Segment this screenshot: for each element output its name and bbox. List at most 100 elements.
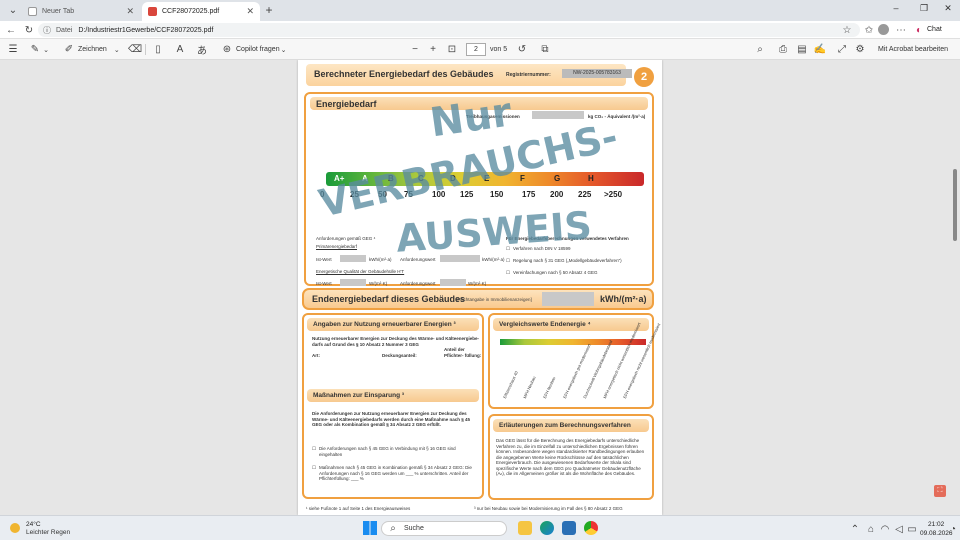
minimize-button[interactable]: – <box>884 3 908 13</box>
pdf-viewer[interactable]: Berechneter Energiebedarf des Gebäudes R… <box>0 60 960 515</box>
renewable-title-bar: Angaben zur Nutzung erneuerbarer Energie… <box>307 318 479 331</box>
eraser-icon[interactable]: ⌫ <box>128 43 142 57</box>
file-label: Datei <box>56 26 73 34</box>
primary-label: Primärenergiebedarf <box>316 244 358 249</box>
edit-in-acrobat-button[interactable]: Mit Acrobat bearbeiten <box>878 42 948 57</box>
taskbar-search[interactable]: ⌕ Suche <box>381 521 507 536</box>
close-button[interactable]: ✕ <box>936 3 960 14</box>
back-icon[interactable]: ← <box>4 23 18 37</box>
copilot-ask-button[interactable]: ⊛ Copilot fragen ⌄ <box>220 42 288 57</box>
envelope-label: Energetische Qualität der Gebäudehülle H… <box>316 269 405 274</box>
volume-icon[interactable]: ◁ <box>892 522 906 536</box>
explanation-title-bar: Erläuterungen zum Berechnungsverfahren <box>493 419 649 432</box>
ist-label-2: Ist-Wert <box>316 281 332 286</box>
anf-value-box-2 <box>440 279 466 286</box>
battery-icon[interactable]: ▭ <box>905 522 919 536</box>
savings-checkbox-1[interactable]: ☐ <box>312 446 316 452</box>
pflicht-label: Anteil der Pflichter- füllung: <box>444 347 482 358</box>
co2-value-box <box>532 111 584 119</box>
clock-time[interactable]: 21:02 <box>928 521 944 528</box>
tab-close-icon[interactable]: ✕ <box>126 6 134 17</box>
wifi-icon[interactable]: ◠ <box>878 522 892 536</box>
file-explorer-icon[interactable] <box>518 521 532 535</box>
reg-label: Registriernummer: <box>506 72 551 78</box>
comparison-title: Vergleichswerte Endenergie ⁴ <box>499 321 591 328</box>
fullscreen-icon[interactable]: ⤢ <box>835 43 849 57</box>
zoom-out-icon[interactable]: − <box>408 43 422 57</box>
page-total: von 5 <box>490 46 508 53</box>
new-tab-button[interactable]: + <box>262 3 276 17</box>
page-number-input[interactable]: 2 <box>466 43 486 56</box>
network-icon[interactable]: ⌂ <box>864 522 878 536</box>
favorites-icon[interactable]: ✩ <box>862 23 876 37</box>
tab-close-icon[interactable]: ✕ <box>246 6 254 17</box>
zoom-in-icon[interactable]: + <box>426 43 440 57</box>
weather-temp[interactable]: 24°C <box>26 521 41 528</box>
read-aloud-icon[interactable]: A <box>173 43 187 57</box>
url-field[interactable]: ⓘ Datei D:/Industriestr1Gewerbe/CCF28072… <box>38 23 860 37</box>
kwh-unit-1: kWh/(m²·a) <box>369 257 392 262</box>
comparison-item: MFH energetisch nicht wesentlich moderni… <box>602 321 642 400</box>
page-view-icon[interactable]: ⧉ <box>538 43 552 57</box>
method-label-2: Regelung nach § 31 GEG („Modellgebäudeve… <box>513 258 622 263</box>
requirements-title: Anforderungen gemäß GEG ⁴ <box>316 236 376 241</box>
energy-class-label: G <box>554 174 561 183</box>
page-icon <box>28 7 37 16</box>
weather-desc[interactable]: Leichter Regen <box>26 529 70 536</box>
comparison-frame: Vergleichswerte Endenergie ⁴ Effizienzha… <box>488 313 661 409</box>
translate-icon[interactable]: あ <box>195 43 209 57</box>
ist-value-box-2 <box>340 279 366 286</box>
settings-gear-icon[interactable]: ⚙ <box>853 43 867 57</box>
restore-button[interactable]: ❐ <box>912 3 936 14</box>
save-as-icon[interactable]: ✍ <box>813 43 827 57</box>
savings-checkbox-2[interactable]: ☐ <box>312 465 316 471</box>
reg-number: NW-2025-005783163 <box>562 69 632 78</box>
renewable-text: Nutzung erneuerbarer Energien zur Deckun… <box>312 336 480 347</box>
weather-icon[interactable] <box>10 523 20 533</box>
comparison-item: MFH Neubau <box>522 375 537 400</box>
highlight-icon[interactable]: ✎ <box>28 43 42 57</box>
scrollbar-thumb[interactable] <box>953 169 957 241</box>
tab-actions-icon[interactable]: ⌄ <box>6 3 20 17</box>
deckung-label: Deckungsanteil: <box>382 353 417 358</box>
vertical-scrollbar[interactable] <box>952 64 958 512</box>
comparison-item: Effizienzhaus 40 <box>502 370 519 400</box>
scale-tick-label: >250 <box>604 190 623 199</box>
chevron-down-icon[interactable]: ⌄ <box>42 43 50 57</box>
chat-button[interactable]: Chat <box>927 26 942 33</box>
pdf-toolbar: ☰ ✎ ⌄ ✐ Zeichnen ⌄ ⌫ ▯ A あ ⊛ Copilot fragen ⌄… <box>0 39 960 60</box>
print-icon[interactable]: ⎙ <box>776 43 790 57</box>
search-icon[interactable]: ⌕ <box>753 43 767 57</box>
doc-header: Berechneter Energiebedarf des Gebäudes R… <box>306 64 632 86</box>
this-building-title: Endenergiebedarf dieses Gebäudes <box>312 294 466 304</box>
start-icon[interactable] <box>363 521 377 535</box>
method-checkbox-2[interactable]: ☐ <box>506 258 510 264</box>
method-checkbox-3[interactable]: ☐ <box>506 270 510 276</box>
draw-button[interactable]: ✐ Zeichnen ⌄ <box>62 42 121 57</box>
scale-tick-label: 200 <box>550 190 564 199</box>
fit-page-icon[interactable]: ⊡ <box>445 43 459 57</box>
profile-avatar[interactable] <box>878 24 889 35</box>
save-icon[interactable]: ▤ <box>795 43 809 57</box>
notification-icon[interactable]: ◔ <box>948 522 958 536</box>
contents-icon[interactable]: ☰ <box>6 43 20 57</box>
savings-title: Maßnahmen zur Einsparung ³ <box>313 392 405 399</box>
edge-icon[interactable] <box>540 521 554 535</box>
copilot-icon[interactable]: ◐ <box>912 23 926 37</box>
edit-acrobat-label: Mit Acrobat bearbeiten <box>878 46 949 53</box>
chrome-icon[interactable] <box>584 521 598 535</box>
text-icon[interactable]: ▯ <box>151 43 165 57</box>
acrobat-icon[interactable]: ⛶ <box>934 485 946 497</box>
favorite-star-icon[interactable]: ☆ <box>840 23 854 37</box>
comparison-item: EFH Neubau <box>542 376 557 400</box>
store-icon[interactable] <box>562 521 576 535</box>
refresh-icon[interactable]: ↻ <box>22 23 36 37</box>
info-icon[interactable]: ⓘ <box>42 25 52 35</box>
scale-tick-label: 150 <box>490 190 504 199</box>
tray-chevron-icon[interactable]: ⌃ <box>848 522 862 536</box>
tab-pdf[interactable]: CCF28072025.pdf ✕ <box>142 2 260 21</box>
tab-new-tab[interactable]: Neuer Tab ✕ <box>22 2 140 21</box>
rotate-icon[interactable]: ↺ <box>515 43 529 57</box>
more-icon[interactable]: ⋯ <box>894 23 908 37</box>
explanation-frame: Erläuterungen zum Berechnungsverfahren D… <box>488 414 654 500</box>
